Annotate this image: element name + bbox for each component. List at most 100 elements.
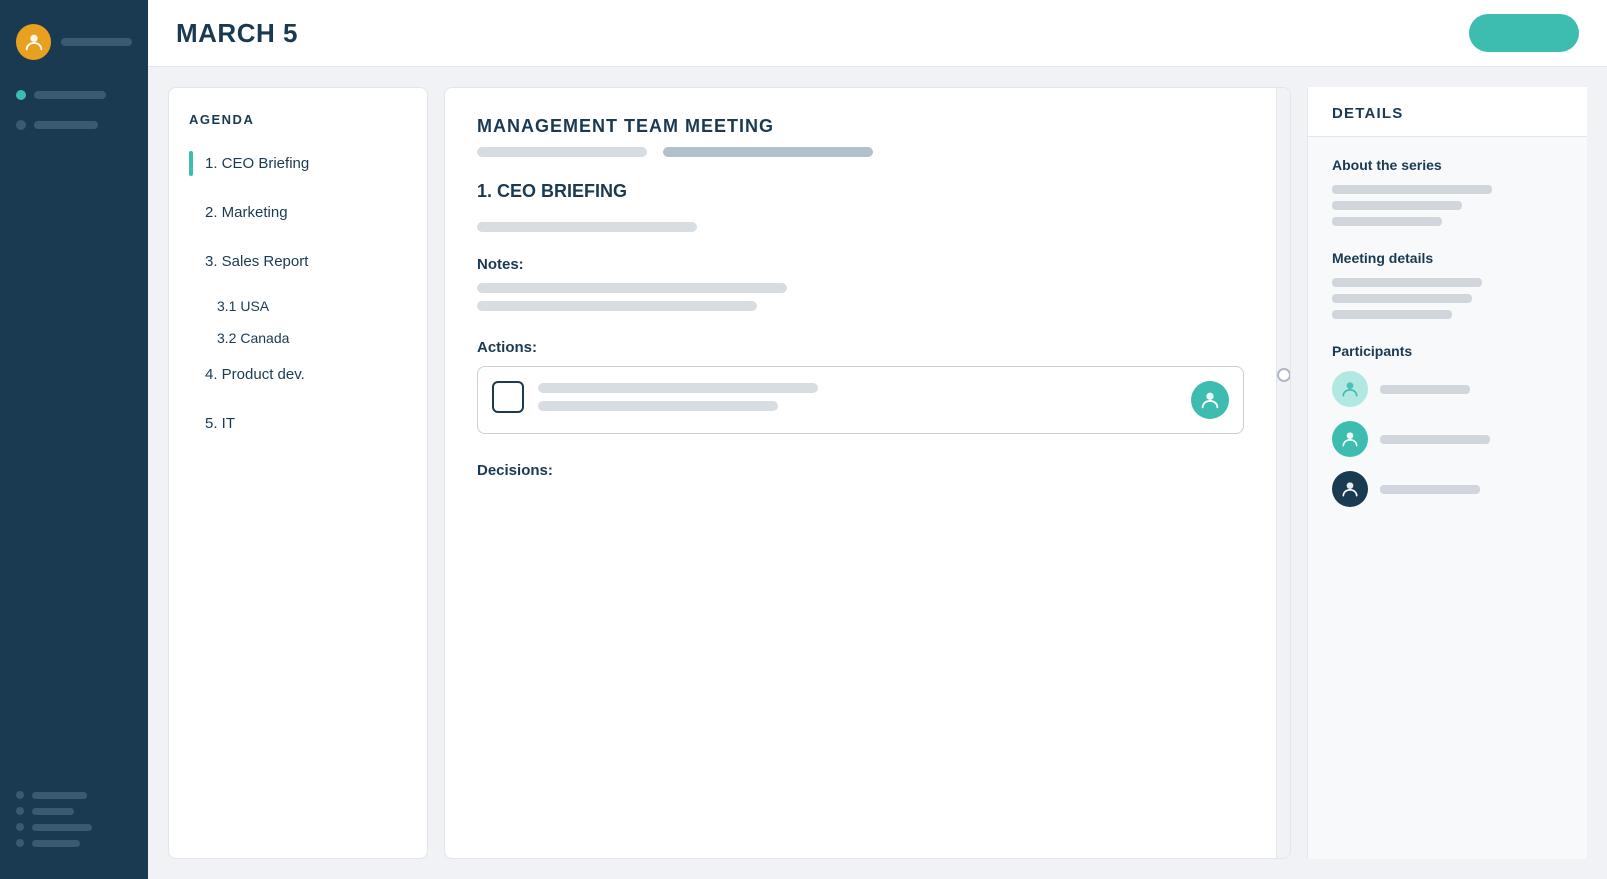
sidebar-nav-dot-2	[16, 120, 26, 130]
agenda-item-text-3: 3. Sales Report	[205, 249, 308, 274]
decisions-section: Decisions:	[477, 462, 1244, 479]
details-about-title: About the series	[1332, 157, 1563, 173]
main-wrapper: MARCH 5 AGENDA 1. CEO Briefing 2. Market…	[148, 0, 1607, 879]
content-panel: MANAGEMENT TEAM MEETING 1. CEO BRIEFING …	[444, 87, 1291, 859]
details-about-bars	[1332, 185, 1563, 226]
sidebar-bottom-dot-4	[16, 839, 24, 847]
sidebar-bottom-label-1	[32, 792, 87, 799]
header-action-button[interactable]	[1469, 14, 1579, 52]
agenda-item-indicator-4	[189, 362, 193, 387]
details-about-bar-2	[1332, 201, 1462, 210]
sidebar-nav-item-2[interactable]	[0, 110, 148, 140]
section-title: 1. CEO BRIEFING	[477, 181, 1244, 202]
sidebar-bottom-label-4	[32, 840, 80, 847]
agenda-item-2[interactable]: 2. Marketing	[189, 200, 407, 225]
agenda-item-text-5: 5. IT	[205, 411, 235, 436]
action-checkbox-1[interactable]	[492, 381, 524, 413]
participant-bar-3	[1380, 485, 1480, 494]
sidebar-bottom-label-2	[32, 808, 74, 815]
header: MARCH 5	[148, 0, 1607, 67]
agenda-sub-item-usa[interactable]: 3.1 USA	[217, 298, 407, 314]
agenda-item-5[interactable]: 5. IT	[189, 411, 407, 436]
details-meeting-bar-3	[1332, 310, 1452, 319]
agenda-title: AGENDA	[189, 112, 407, 127]
sidebar-bottom-dot-2	[16, 807, 24, 815]
scrollbar-thumb[interactable]	[1277, 368, 1291, 382]
details-about-section: About the series	[1332, 157, 1563, 226]
sidebar-nav-item-1[interactable]	[0, 80, 148, 110]
app-logo-icon	[16, 24, 51, 60]
agenda-item-4[interactable]: 4. Product dev.	[189, 362, 407, 387]
agenda-item-indicator-2	[189, 200, 193, 225]
participant-bar-1	[1380, 385, 1470, 394]
decisions-label: Decisions:	[477, 462, 1244, 479]
agenda-sub-item-usa-label: 3.1 USA	[217, 298, 269, 314]
sidebar-bottom	[0, 791, 148, 863]
details-participants-title: Participants	[1332, 343, 1563, 359]
details-meeting-bar-2	[1332, 294, 1472, 303]
notes-bar-2	[477, 301, 757, 311]
agenda-sub-item-canada[interactable]: 3.2 Canada	[217, 330, 407, 346]
notes-section: Notes:	[477, 256, 1244, 311]
sidebar	[0, 0, 148, 879]
header-title: MARCH 5	[176, 18, 298, 49]
content-body: AGENDA 1. CEO Briefing 2. Marketing 3. S…	[148, 67, 1607, 879]
action-content-1	[538, 381, 1177, 411]
action-bar-1	[538, 383, 818, 393]
agenda-item-indicator-5	[189, 411, 193, 436]
notes-label: Notes:	[477, 256, 1244, 273]
agenda-item-indicator-3	[189, 249, 193, 274]
agenda-item-indicator-1	[189, 151, 193, 176]
sidebar-logo[interactable]	[0, 16, 148, 80]
agenda-item-1[interactable]: 1. CEO Briefing	[189, 151, 407, 176]
participant-row-1	[1332, 371, 1563, 407]
scrollbar-track[interactable]	[1276, 88, 1290, 858]
action-item-1	[477, 366, 1244, 434]
sidebar-nav-dot-1	[16, 90, 26, 100]
participant-row-3	[1332, 471, 1563, 507]
agenda-item-text-2: 2. Marketing	[205, 200, 288, 225]
participant-row-2	[1332, 421, 1563, 457]
notes-bars	[477, 283, 1244, 311]
agenda-sub-item-canada-label: 3.2 Canada	[217, 330, 289, 346]
details-meeting-title: Meeting details	[1332, 250, 1563, 266]
details-panel-title: DETAILS	[1308, 87, 1587, 137]
meeting-title: MANAGEMENT TEAM MEETING	[477, 116, 1244, 137]
details-participants-section: Participants	[1332, 343, 1563, 507]
agenda-item-3[interactable]: 3. Sales Report	[189, 249, 407, 274]
sidebar-bottom-item-4[interactable]	[16, 839, 132, 847]
agenda-item-text-1: 1. CEO Briefing	[205, 151, 309, 176]
participant-avatar-3	[1332, 471, 1368, 507]
content-scroll[interactable]: MANAGEMENT TEAM MEETING 1. CEO BRIEFING …	[445, 88, 1276, 858]
agenda-panel: AGENDA 1. CEO Briefing 2. Marketing 3. S…	[168, 87, 428, 859]
agenda-item-text-4: 4. Product dev.	[205, 362, 305, 387]
details-body: About the series Meeting details	[1308, 137, 1587, 551]
sidebar-logo-bar	[61, 38, 132, 46]
action-bar-2	[538, 401, 778, 411]
details-meeting-bar-1	[1332, 278, 1482, 287]
header-bar-1	[477, 147, 647, 157]
sidebar-bottom-dot-3	[16, 823, 24, 831]
sidebar-bottom-item-1[interactable]	[16, 791, 132, 799]
action-avatar-1	[1191, 381, 1229, 419]
details-about-bar-3	[1332, 217, 1442, 226]
participant-avatar-1	[1332, 371, 1368, 407]
details-panel: DETAILS About the series Meeting details	[1307, 87, 1587, 859]
sidebar-bottom-dot-1	[16, 791, 24, 799]
sidebar-nav-label-1	[34, 91, 106, 99]
actions-section: Actions:	[477, 339, 1244, 434]
details-meeting-bars	[1332, 278, 1563, 319]
sidebar-nav-label-2	[34, 121, 98, 129]
sidebar-bottom-item-3[interactable]	[16, 823, 132, 831]
desc-bar	[477, 222, 697, 232]
details-meeting-section: Meeting details	[1332, 250, 1563, 319]
header-placeholder-bars	[477, 147, 1244, 157]
participant-avatar-2	[1332, 421, 1368, 457]
notes-bar-1	[477, 283, 787, 293]
actions-label: Actions:	[477, 339, 1244, 356]
details-about-bar-1	[1332, 185, 1492, 194]
sidebar-bottom-label-3	[32, 824, 92, 831]
participant-bar-2	[1380, 435, 1490, 444]
header-bar-2	[663, 147, 873, 157]
sidebar-bottom-item-2[interactable]	[16, 807, 132, 815]
